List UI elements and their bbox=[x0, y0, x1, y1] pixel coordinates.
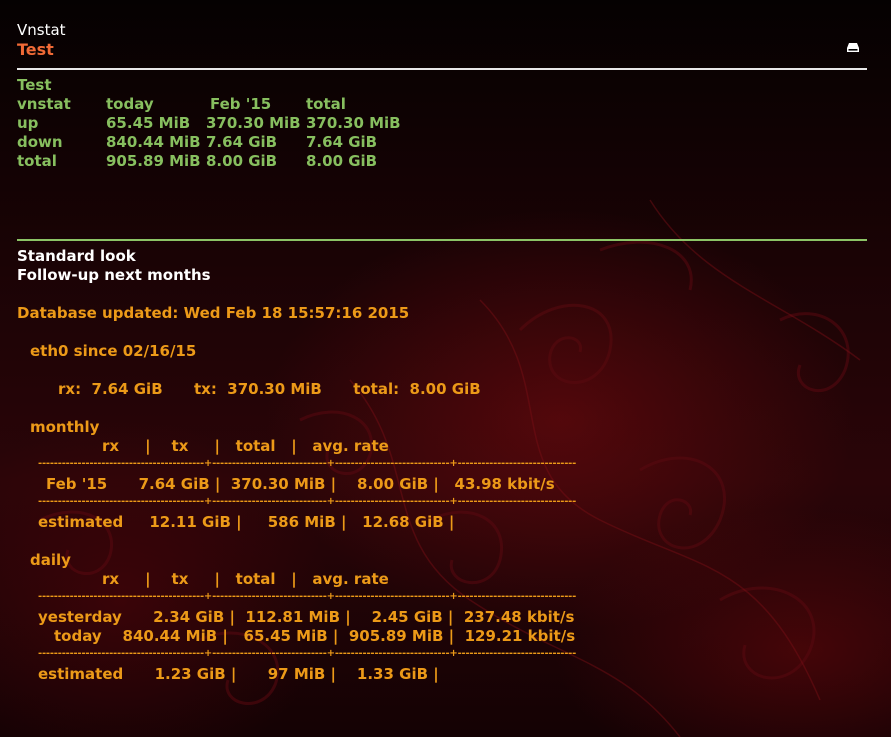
summary-cell: up bbox=[17, 114, 39, 132]
table-separator: ----------------------------------------… bbox=[38, 496, 577, 507]
daily-estimated: estimated 1.23 GiB | 97 MiB | 1.33 GiB | bbox=[38, 665, 439, 683]
monthly-row: Feb '15 7.64 GiB | 370.30 MiB | 8.00 GiB… bbox=[46, 475, 555, 493]
summary-cell: 8.00 GiB bbox=[206, 152, 278, 170]
summary-cell: 840.44 MiB bbox=[106, 133, 201, 151]
summary-cell: 370.30 MiB bbox=[306, 114, 401, 132]
summary-cell: 905.89 MiB bbox=[106, 152, 201, 170]
summary-cell: Feb '15 bbox=[210, 95, 272, 113]
header-divider bbox=[17, 68, 867, 70]
database-updated: Database updated: Wed Feb 18 15:57:16 20… bbox=[17, 304, 410, 322]
widget-subtitle: Test bbox=[17, 40, 54, 59]
summary-cell: 65.45 MiB bbox=[106, 114, 191, 132]
table-separator: ----------------------------------------… bbox=[38, 458, 577, 469]
look-title: Standard look bbox=[17, 247, 136, 265]
table-separator: ----------------------------------------… bbox=[38, 648, 577, 659]
section-divider bbox=[17, 239, 867, 241]
summary-name: Test bbox=[17, 76, 52, 94]
summary-cell: today bbox=[106, 95, 154, 113]
monthly-label: monthly bbox=[30, 418, 100, 436]
interface-since: eth0 since 02/16/15 bbox=[30, 342, 197, 360]
summary-cell: total bbox=[17, 152, 57, 170]
look-subtitle: Follow-up next months bbox=[17, 266, 211, 284]
summary-cell: 8.00 GiB bbox=[306, 152, 378, 170]
summary-cell: 7.64 GiB bbox=[306, 133, 378, 151]
daily-label: daily bbox=[30, 551, 71, 569]
daily-yesterday-row: yesterday 2.34 GiB | 112.81 MiB | 2.45 G… bbox=[38, 608, 575, 626]
widget-title: Vnstat bbox=[17, 21, 66, 39]
summary-cell: vnstat bbox=[17, 95, 71, 113]
summary-cell: down bbox=[17, 133, 63, 151]
monthly-estimated: estimated 12.11 GiB | 586 MiB | 12.68 Gi… bbox=[38, 513, 455, 531]
daily-today-row: today 840.44 MiB | 65.45 MiB | 905.89 Mi… bbox=[54, 627, 576, 645]
daily-header: rx | tx | total | avg. rate bbox=[102, 570, 389, 588]
summary-cell: 7.64 GiB bbox=[206, 133, 278, 151]
monthly-header: rx | tx | total | avg. rate bbox=[102, 437, 389, 455]
drive-icon[interactable] bbox=[846, 42, 860, 53]
table-separator: ----------------------------------------… bbox=[38, 591, 577, 602]
summary-cell: total bbox=[306, 95, 346, 113]
interface-totals: rx: 7.64 GiB tx: 370.30 MiB total: 8.00 … bbox=[58, 380, 481, 398]
summary-cell: 370.30 MiB bbox=[206, 114, 301, 132]
